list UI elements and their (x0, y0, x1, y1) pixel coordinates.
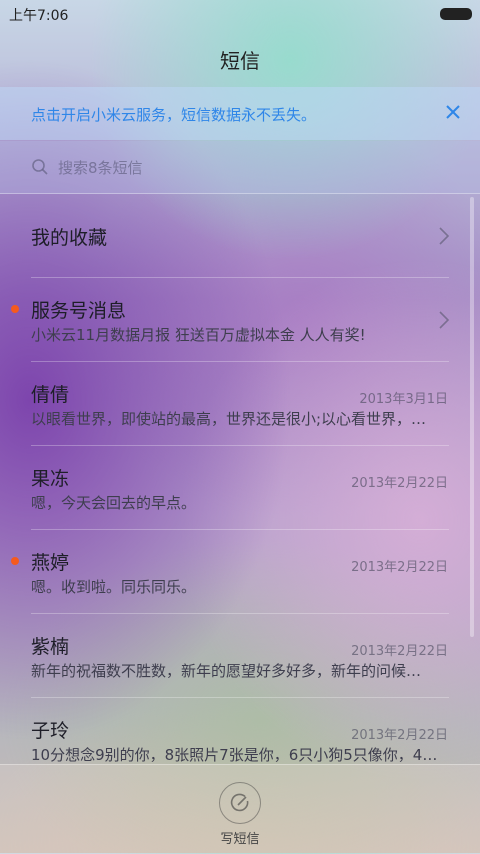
close-icon[interactable] (440, 99, 466, 125)
conversation-date: 2013年2月22日 (351, 560, 448, 575)
conversation-date: 2013年3月1日 (359, 392, 448, 407)
chevron-right-icon (439, 227, 450, 245)
list-item-service-messages[interactable]: 服务号消息 小米云11月数据月报 狂送百万虚拟本金 人人有奖! (0, 278, 480, 362)
conversation-snippet: 嗯。收到啦。同乐同乐。 (31, 578, 197, 596)
title-bar: 短信 (0, 28, 480, 86)
conversation-title: 燕婷 (31, 552, 70, 574)
conversation-title: 倩倩 (31, 384, 70, 406)
conversation-date: 2013年2月22日 (351, 728, 448, 743)
search-bar[interactable]: 搜索8条短信 (0, 141, 480, 194)
conversation-snippet: 10分想念9别的你，8张照片7张是你，6只小狗5只像你，4… (31, 746, 438, 764)
conversation-list[interactable]: 我的收藏 服务号消息 小米云11月数据月报 狂送百万虚拟本金 人人有奖! 倩倩 … (0, 194, 480, 764)
list-item-conversation[interactable]: 果冻 2013年2月22日 嗯，今天会回去的早点。 (0, 446, 480, 530)
list-item-conversation[interactable]: 倩倩 2013年3月1日 以眼看世界，即使站的最高，世界还是很小;以心看世界，… (0, 362, 480, 446)
conversation-snippet: 新年的祝福数不胜数，新年的愿望好多好多，新年的问候… (31, 662, 422, 680)
page-title: 短信 (220, 49, 260, 73)
conversation-date: 2013年2月22日 (351, 476, 448, 491)
list-item-conversation[interactable]: 紫楠 2013年2月22日 新年的祝福数不胜数，新年的愿望好多好多，新年的问候… (0, 614, 480, 698)
list-item-favorites[interactable]: 我的收藏 (0, 194, 480, 278)
scrollbar[interactable] (470, 197, 474, 637)
unread-dot (11, 557, 19, 565)
conversation-snippet: 小米云11月数据月报 狂送百万虚拟本金 人人有奖! (31, 326, 366, 344)
conversation-title: 子玲 (31, 720, 70, 742)
list-item-conversation[interactable]: 子玲 2013年2月22日 10分想念9别的你，8张照片7张是你，6只小狗5只像… (0, 698, 480, 764)
compose-button[interactable] (219, 782, 261, 824)
compose-label[interactable]: 写短信 (0, 828, 480, 847)
conversation-title: 果冻 (31, 468, 70, 490)
search-input[interactable]: 搜索8条短信 (58, 157, 143, 178)
cloud-service-banner[interactable]: 点击开启小米云服务，短信数据永不丢失。 (0, 87, 480, 140)
search-icon (32, 159, 48, 175)
conversation-date: 2013年2月22日 (351, 644, 448, 659)
bottom-bar: 写短信 (0, 764, 480, 854)
list-item-conversation[interactable]: 燕婷 2013年2月22日 嗯。收到啦。同乐同乐。 (0, 530, 480, 614)
status-bar: 上午7:06 (0, 0, 480, 28)
banner-text[interactable]: 点击开启小米云服务，短信数据永不丢失。 (31, 104, 316, 125)
compose-icon (230, 793, 248, 811)
chevron-right-icon (439, 311, 450, 329)
battery-icon (440, 8, 472, 20)
conversation-title: 我的收藏 (31, 227, 108, 249)
unread-dot (11, 305, 19, 313)
status-time: 上午7:06 (9, 8, 69, 24)
conversation-title: 服务号消息 (31, 300, 127, 322)
conversation-title: 紫楠 (31, 636, 70, 658)
conversation-snippet: 以眼看世界，即使站的最高，世界还是很小;以心看世界，… (31, 410, 427, 428)
conversation-snippet: 嗯，今天会回去的早点。 (31, 494, 197, 512)
